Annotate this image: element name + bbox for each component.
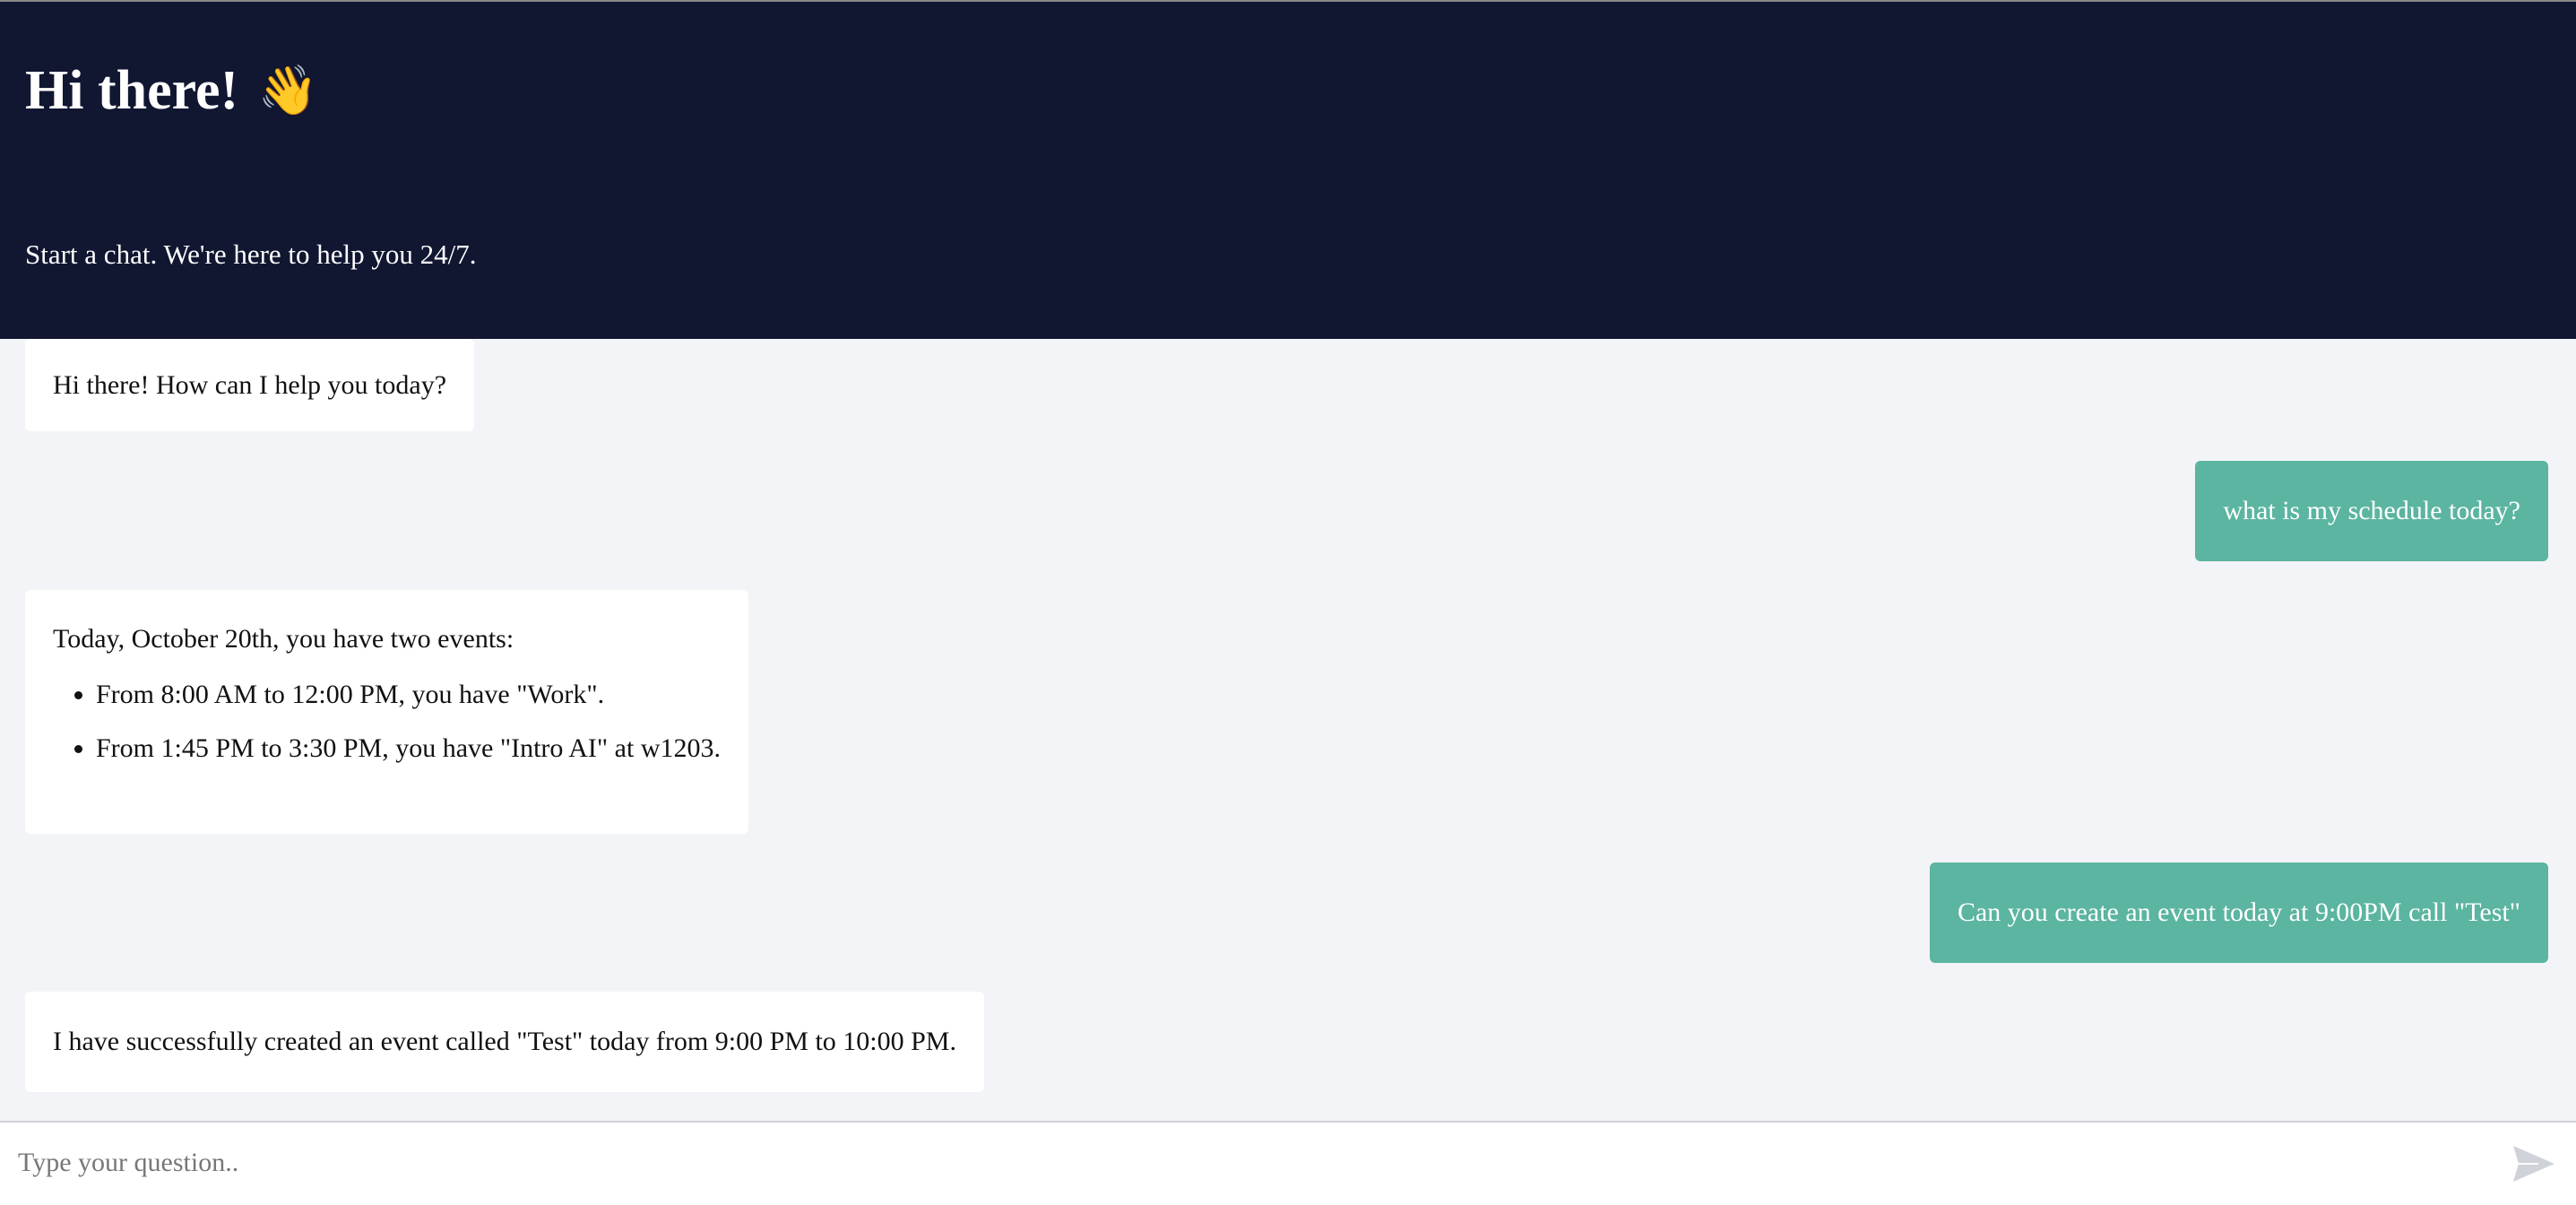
header-title: Hi there! 👋 [25, 63, 318, 118]
message-text: Hi there! How can I help you today? [53, 369, 447, 400]
question-input[interactable] [0, 1123, 2474, 1203]
event-item: From 8:00 AM to 12:00 PM, you have "Work… [96, 679, 721, 711]
message-intro: Today, October 20th, you have two events… [53, 624, 514, 654]
message-list[interactable]: Hi there! How can I help you today? what… [0, 339, 2576, 1121]
message-text: I have successfully created an event cal… [53, 1027, 956, 1056]
bot-message: Today, October 20th, you have two events… [25, 590, 748, 834]
event-item: From 1:45 PM to 3:30 PM, you have "Intro… [96, 733, 721, 765]
header-subtitle: Start a chat. We're here to help you 24/… [25, 238, 477, 270]
message-text: Can you create an event today at 9:00PM … [1957, 897, 2520, 927]
waving-hand-icon: 👋 [257, 62, 318, 118]
send-icon[interactable] [2511, 1144, 2556, 1183]
bot-message: Hi there! How can I help you today? [25, 339, 475, 431]
message-text: what is my schedule today? [2223, 496, 2520, 525]
event-list: From 8:00 AM to 12:00 PM, you have "Work… [53, 679, 721, 765]
user-message: what is my schedule today? [2195, 461, 2548, 561]
bot-message: I have successfully created an event cal… [25, 992, 984, 1092]
chat-header: Hi there! 👋 Start a chat. We're here to … [0, 0, 2576, 339]
chat-composer [0, 1121, 2576, 1205]
header-title-text: Hi there! [25, 60, 239, 121]
user-message: Can you create an event today at 9:00PM … [1929, 863, 2548, 963]
